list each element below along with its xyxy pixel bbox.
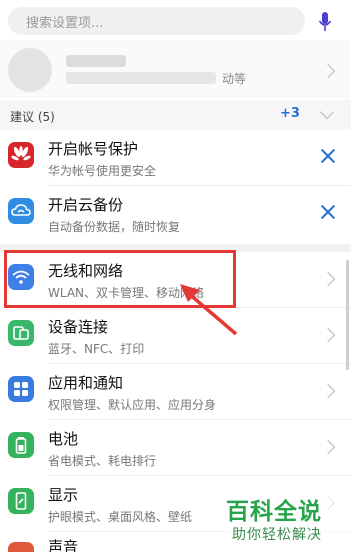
settings-item-subtitle: 权限管理、默认应用、应用分身: [48, 398, 217, 412]
settings-item-title: 电池: [48, 430, 79, 448]
settings-item-battery[interactable]: 电池 省电模式、耗电排行: [0, 420, 351, 476]
chevron-right-icon: [320, 327, 336, 343]
settings-item-title: 设备连接: [48, 318, 109, 336]
settings-item-device-connection[interactable]: 设备连接 蓝牙、NFC、打印: [0, 308, 351, 364]
suggestion-item-account-protection[interactable]: 开启帐号保护 华为帐号使用更安全: [0, 130, 351, 186]
dismiss-icon[interactable]: [319, 147, 337, 165]
watermark: 百科全说 助你轻松解决: [222, 490, 350, 548]
search-input[interactable]: 搜索设置项...: [8, 7, 305, 35]
chevron-right-icon: [320, 271, 336, 287]
settings-item-subtitle: 省电模式、耗电排行: [48, 454, 157, 468]
huawei-logo-icon: [8, 142, 34, 168]
dismiss-icon[interactable]: [319, 203, 337, 221]
settings-item-subtitle: 护眼模式、桌面风格、壁纸: [48, 510, 193, 524]
watermark-subtitle: 助你轻松解决: [232, 527, 322, 543]
cloud-backup-icon: [8, 198, 34, 224]
avatar: [8, 48, 52, 92]
suggestion-subtitle: 华为帐号使用更安全: [48, 164, 157, 178]
scrollbar[interactable]: [346, 260, 349, 370]
suggestion-title: 开启云备份: [48, 196, 124, 214]
account-detail-text: 动等: [222, 72, 247, 86]
sound-icon: [8, 542, 34, 552]
account-detail-redacted: [66, 72, 216, 84]
apps-icon: [8, 376, 34, 402]
settings-item-title: 声音: [48, 538, 79, 552]
suggestion-subtitle: 自动备份数据，随时恢复: [48, 220, 181, 234]
suggestions-title: 建议 (5): [10, 110, 55, 124]
settings-item-title: 应用和通知: [48, 374, 124, 392]
watermark-title: 百科全说: [226, 499, 322, 525]
settings-item-subtitle: 蓝牙、NFC、打印: [48, 342, 145, 356]
search-placeholder: 搜索设置项...: [26, 16, 104, 31]
suggestion-item-cloud-backup[interactable]: 开启云备份 自动备份数据，随时恢复: [0, 186, 351, 242]
account-name-redacted: [66, 55, 126, 67]
battery-icon: [8, 432, 34, 458]
settings-item-apps-notifications[interactable]: 应用和通知 权限管理、默认应用、应用分身: [0, 364, 351, 420]
account-profile-row[interactable]: [0, 40, 351, 98]
chevron-right-icon: [320, 439, 336, 455]
settings-item-title: 显示: [48, 486, 79, 504]
microphone-icon[interactable]: [317, 10, 333, 34]
device-connect-icon: [8, 320, 34, 346]
pointer-arrow-icon: [180, 284, 238, 336]
suggestions-more-count[interactable]: +3: [280, 106, 300, 121]
suggestion-title: 开启帐号保护: [48, 140, 139, 158]
chevron-right-icon: [320, 383, 336, 399]
display-icon: [8, 488, 34, 514]
